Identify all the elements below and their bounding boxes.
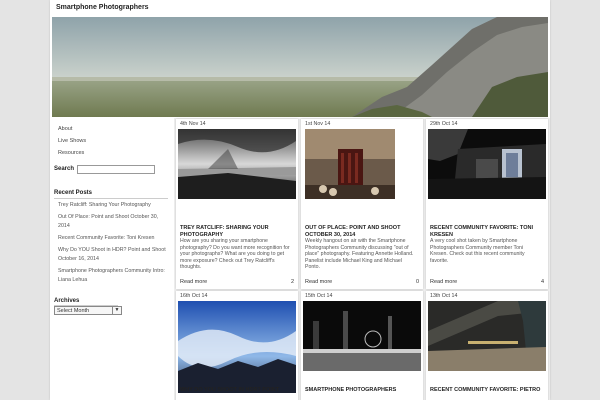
sidebar-item-resources[interactable]: Resources [58, 150, 84, 156]
post-title[interactable]: Out Of Place: Point and Shoot October 30… [305, 225, 417, 238]
read-more-link[interactable]: Read more [430, 279, 457, 285]
post-thumbnail[interactable] [178, 301, 296, 393]
post-card[interactable]: 29th Oct 14 Recent Community Favorite: T… [426, 119, 548, 289]
archives-selected-value: Select Month [57, 308, 90, 314]
archives-heading: Archives [54, 298, 80, 304]
recent-post-link[interactable]: Why Do YOU Shoot in HDR? Point and Shoot… [58, 246, 170, 263]
post-card[interactable]: 16th Oct 14 Why Do YOU Shoot in HDR? Poi… [176, 291, 298, 400]
comment-count[interactable]: 2 [291, 279, 294, 285]
post-date: 16th Oct 14 [180, 293, 208, 299]
post-title[interactable]: Trey Ratcliff: Sharing Your Photography [180, 225, 292, 238]
recent-post-link[interactable]: Recent Community Favorite: Toni Kresen [58, 234, 170, 243]
header-banner-image [52, 17, 548, 117]
post-date: 15th Oct 14 [305, 293, 333, 299]
sidebar-item-live-shows[interactable]: Live Shows [58, 138, 86, 144]
post-date: 13th Oct 14 [430, 293, 458, 299]
post-excerpt: How are you sharing your smartphone phot… [180, 238, 290, 270]
comment-count[interactable]: 0 [416, 279, 419, 285]
post-title[interactable]: Recent Community Favorite: Toni Kresen [430, 225, 542, 238]
post-thumbnail[interactable] [428, 129, 546, 199]
post-card[interactable]: 13th Oct 14 Recent Community Favorite: P… [426, 291, 548, 400]
recent-post-link[interactable]: Trey Ratcliff: Sharing Your Photography [58, 201, 170, 210]
search-input[interactable] [77, 165, 155, 174]
recent-post-link[interactable]: Smartphone Photographers Community Intro… [58, 267, 170, 284]
page: Smartphone Photographers About Live Show… [50, 0, 550, 400]
read-more-link[interactable]: Read more [305, 279, 332, 285]
site-title[interactable]: Smartphone Photographers [56, 4, 149, 11]
recent-posts-heading: Recent Posts [54, 190, 93, 196]
post-date: 1st Nov 14 [305, 121, 331, 127]
post-title[interactable]: Recent Community Favorite: Pietro [430, 387, 542, 394]
post-title[interactable]: Smartphone Photographers [305, 387, 417, 394]
archives-dropdown[interactable]: Select Month ▼ [54, 306, 122, 315]
post-title[interactable]: Why Do YOU Shoot in HDR? Point [180, 387, 292, 394]
post-card[interactable]: 1st Nov 14 Out Of Place: Point and Shoot [301, 119, 423, 289]
divider [54, 198, 168, 199]
read-more-link[interactable]: Read more [180, 279, 207, 285]
post-thumbnail[interactable] [303, 301, 421, 371]
post-date: 4th Nov 14 [180, 121, 206, 127]
post-excerpt: A very cool shot taken by Smartphone Pho… [430, 238, 525, 264]
post-card[interactable]: 4th Nov 14 Trey Ratcliff: Sharing Your P… [176, 119, 298, 289]
chevron-down-icon: ▼ [112, 307, 121, 314]
post-excerpt: Weekly hangout on air with the Smartphon… [305, 238, 414, 270]
post-thumbnail[interactable] [178, 129, 296, 199]
post-card[interactable]: 15th Oct 14 Smartphone Photographers [301, 291, 423, 400]
sidebar-item-about[interactable]: About [58, 126, 72, 132]
post-thumbnail[interactable] [428, 301, 546, 371]
post-date: 29th Oct 14 [430, 121, 458, 127]
recent-post-link[interactable]: Out Of Place: Point and Shoot October 30… [58, 213, 170, 230]
comment-count[interactable]: 4 [541, 279, 544, 285]
search-label: Search [54, 166, 75, 172]
post-thumbnail[interactable] [303, 129, 421, 199]
posts-grid: 4th Nov 14 Trey Ratcliff: Sharing Your P… [174, 118, 550, 400]
